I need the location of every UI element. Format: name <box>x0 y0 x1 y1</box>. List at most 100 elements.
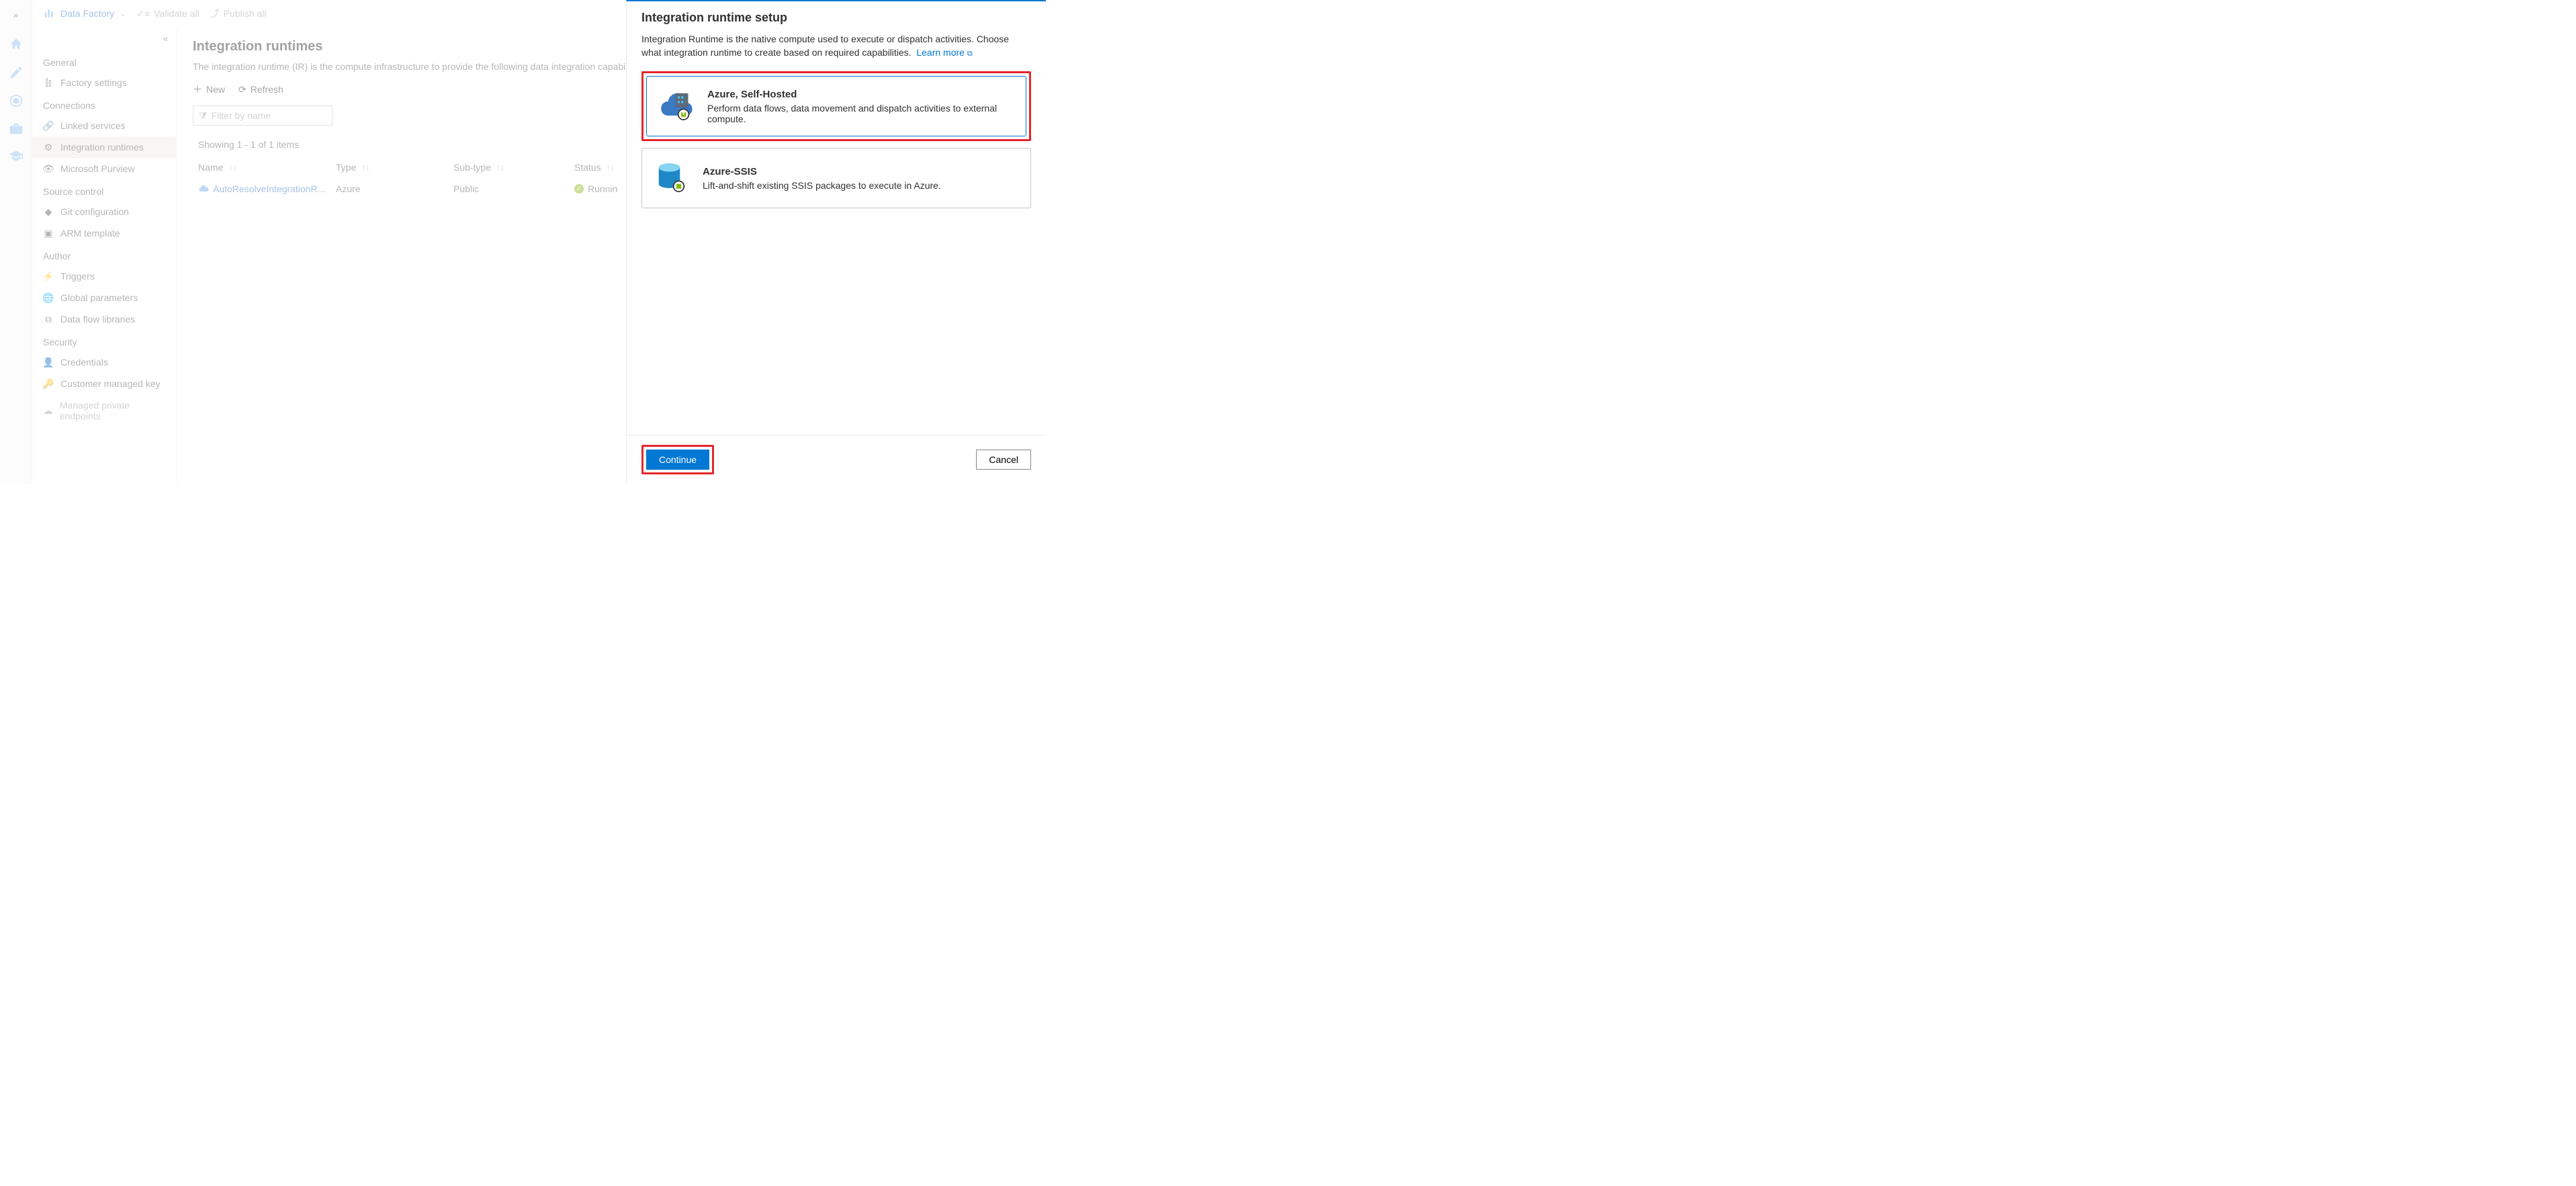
nav-label: Factory settings <box>60 77 127 88</box>
git-icon: ◆ <box>43 206 54 217</box>
monitor-icon[interactable] <box>8 93 24 109</box>
col-name[interactable]: Name ↑↓ <box>198 162 336 173</box>
nav-credentials[interactable]: 👤 Credentials <box>32 351 176 373</box>
sort-icon: ↑↓ <box>361 163 369 172</box>
cell-status: ✓ Runnin <box>574 183 628 194</box>
toolbox-icon[interactable] <box>8 121 24 137</box>
group-general: General <box>32 50 176 72</box>
nav-purview[interactable]: 👁 Microsoft Purview <box>32 158 176 179</box>
nav-factory-settings[interactable]: ⫿⫾ Factory settings <box>32 72 176 93</box>
upload-icon: ⤴ <box>210 7 220 20</box>
nav-label: ARM template <box>60 228 120 239</box>
col-label: Status <box>574 162 601 173</box>
nav-label: Customer managed key <box>60 378 161 389</box>
cloud-runtime-icon <box>198 183 209 194</box>
collapse-panel-icon[interactable]: « <box>155 27 176 50</box>
nav-managed-pe: ☁ Managed private endpoints <box>32 394 176 427</box>
validate-all-button[interactable]: ✓≡ Validate all <box>136 8 199 19</box>
link-icon: 🔗 <box>43 120 54 131</box>
nav-label: Managed private endpoints <box>60 400 165 421</box>
blade-intro: Integration Runtime is the native comput… <box>641 33 1031 59</box>
filter-placeholder: Filter by name <box>212 110 271 121</box>
group-connections: Connections <box>32 93 176 115</box>
col-label: Type <box>336 162 356 173</box>
learn-label: Learn more <box>916 47 965 58</box>
group-author: Author <box>32 244 176 265</box>
nav-linked-services[interactable]: 🔗 Linked services <box>32 115 176 136</box>
sort-icon: ↑↓ <box>228 163 236 172</box>
template-icon: ▣ <box>43 228 54 239</box>
cancel-button[interactable]: Cancel <box>976 450 1031 470</box>
new-label: New <box>206 84 225 95</box>
success-icon: ✓ <box>574 184 584 194</box>
validate-label: Validate all <box>154 8 199 19</box>
col-type[interactable]: Type ↑↓ <box>336 162 453 173</box>
nav-label: Linked services <box>60 120 126 131</box>
continue-button[interactable]: Continue <box>646 450 709 470</box>
nav-label: Credentials <box>60 357 108 368</box>
col-subtype[interactable]: Sub-type ↑↓ <box>453 162 574 173</box>
nav-triggers[interactable]: ⚡ Triggers <box>32 265 176 287</box>
option-azure-ssis[interactable]: Azure-SSIS Lift-and-shift existing SSIS … <box>641 148 1031 208</box>
nav-cmk[interactable]: 🔑 Customer managed key <box>32 373 176 394</box>
sort-icon: ↑↓ <box>496 163 504 172</box>
filter-icon: ⧩ <box>199 110 208 122</box>
option-desc: Perform data flows, data movement and di… <box>707 103 1015 124</box>
option-azure-self-hosted[interactable]: Azure, Self-Hosted Perform data flows, d… <box>646 76 1026 136</box>
cell-name[interactable]: AutoResolveIntegrationR... <box>198 183 336 194</box>
person-icon: 👤 <box>43 357 54 368</box>
chart-icon: ⫿⫾ <box>43 77 54 88</box>
group-security: Security <box>32 330 176 351</box>
option-desc: Lift-and-shift existing SSIS packages to… <box>703 180 941 191</box>
highlight-box-continue: Continue <box>641 445 714 474</box>
sort-icon: ↑↓ <box>607 163 615 172</box>
option-title: Azure, Self-Hosted <box>707 89 1015 100</box>
nav-label: Integration runtimes <box>60 142 144 153</box>
product-switcher[interactable]: Data Factory ⌄ <box>43 7 126 19</box>
database-icon <box>653 159 691 197</box>
cloud-server-icon <box>658 87 695 125</box>
left-rail: » <box>0 0 32 484</box>
nav-label: Git configuration <box>60 206 129 217</box>
expand-rail-icon[interactable]: » <box>9 5 23 24</box>
new-button[interactable]: ＋ New <box>193 83 225 96</box>
highlight-box-option: Azure, Self-Hosted Perform data flows, d… <box>641 71 1031 141</box>
globe-icon: 🌐 <box>43 292 54 303</box>
check-icon: ✓≡ <box>136 8 150 19</box>
col-status[interactable]: Status ↑↓ <box>574 162 628 173</box>
nav-git[interactable]: ◆ Git configuration <box>32 201 176 222</box>
cell-sub: Public <box>453 183 574 194</box>
runtime-icon: ⚙ <box>43 142 54 153</box>
col-label: Sub-type <box>453 162 491 173</box>
col-label: Name <box>198 162 223 173</box>
learn-more-link[interactable]: Learn more ⧉ <box>916 47 972 58</box>
setup-blade: Integration runtime setup Integration Ru… <box>626 0 1046 484</box>
blade-footer: Continue Cancel <box>627 435 1046 484</box>
blade-title: Integration runtime setup <box>641 11 1031 25</box>
nav-label: Data flow libraries <box>60 314 135 325</box>
chevron-down-icon: ⌄ <box>120 9 126 18</box>
home-icon[interactable] <box>8 36 24 52</box>
nav-label: Global parameters <box>60 292 138 303</box>
nav-dataflow-libs[interactable]: ⧉Data flow libraries <box>32 308 176 330</box>
publish-all-button[interactable]: ⤴ Publish all <box>210 7 267 20</box>
filter-input[interactable]: ⧩ Filter by name <box>193 105 332 126</box>
plus-icon: ＋ <box>193 83 202 96</box>
key-icon: 🔑 <box>43 378 54 389</box>
cloud-icon: ☁ <box>43 405 53 416</box>
eye-icon: 👁 <box>43 163 54 174</box>
nav-label: Triggers <box>60 271 95 282</box>
bolt-icon: ⚡ <box>43 271 54 282</box>
nav-arm[interactable]: ▣ ARM template <box>32 222 176 244</box>
nav-global-params[interactable]: 🌐 Global parameters <box>32 287 176 308</box>
side-panel: « General ⫿⫾ Factory settings Connections… <box>32 27 177 484</box>
status-text: Runnin <box>588 183 617 194</box>
nav-label: Microsoft Purview <box>60 163 134 174</box>
refresh-button[interactable]: ⟳Refresh <box>238 84 283 95</box>
pencil-icon[interactable] <box>8 65 24 81</box>
product-name: Data Factory <box>60 8 114 19</box>
learn-icon[interactable] <box>8 149 24 165</box>
nav-integration-runtimes[interactable]: ⚙ Integration runtimes <box>32 136 176 158</box>
group-source-control: Source control <box>32 179 176 201</box>
row-name: AutoResolveIntegrationR... <box>213 183 325 194</box>
